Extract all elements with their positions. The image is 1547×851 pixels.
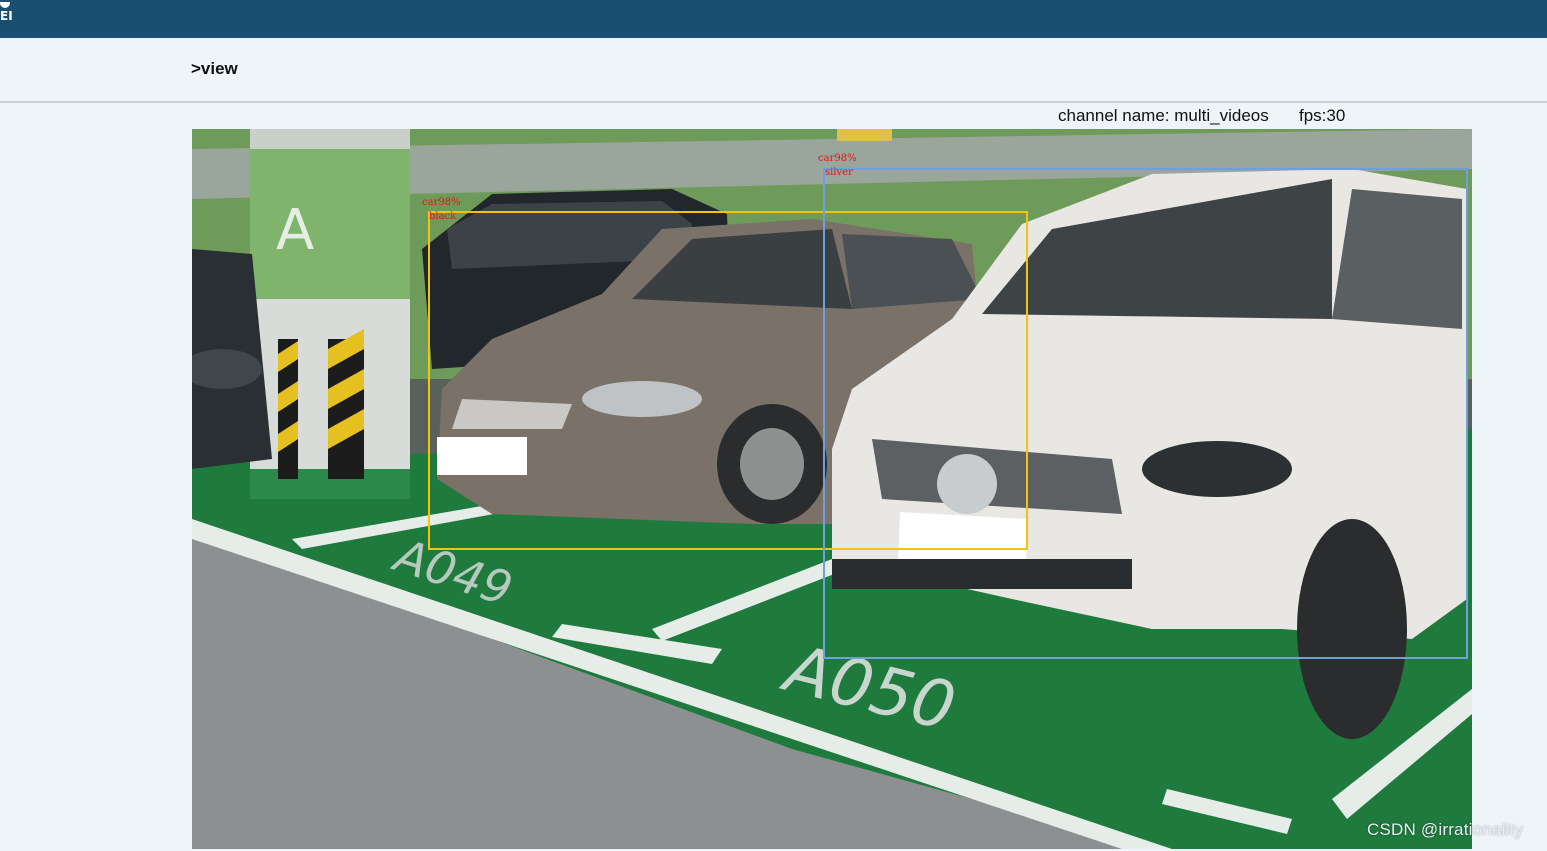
logo-mark-icon: [0, 2, 10, 8]
detection-1-class-label: car98%: [422, 197, 461, 208]
video-scene: A049 A050 A: [192, 129, 1472, 849]
logo-text: EI: [0, 9, 13, 23]
fps-label: fps:30: [1299, 106, 1346, 125]
pillar-letter: A: [276, 198, 314, 263]
channel-name-label: channel name: multi_videos: [1058, 106, 1269, 125]
detection-2-class-label: car98%: [818, 153, 857, 164]
detection-1-color-label: black: [429, 211, 457, 222]
csdn-watermark: CSDN @irrationality: [1367, 820, 1524, 839]
detection-2-color-label: silver: [825, 167, 853, 178]
brand-logo[interactable]: EI: [0, 2, 20, 28]
breadcrumb[interactable]: >view: [191, 59, 238, 79]
top-header-bar: EI: [0, 0, 1547, 38]
video-frame[interactable]: A049 A050 A car98% black car98% silver: [192, 129, 1472, 849]
